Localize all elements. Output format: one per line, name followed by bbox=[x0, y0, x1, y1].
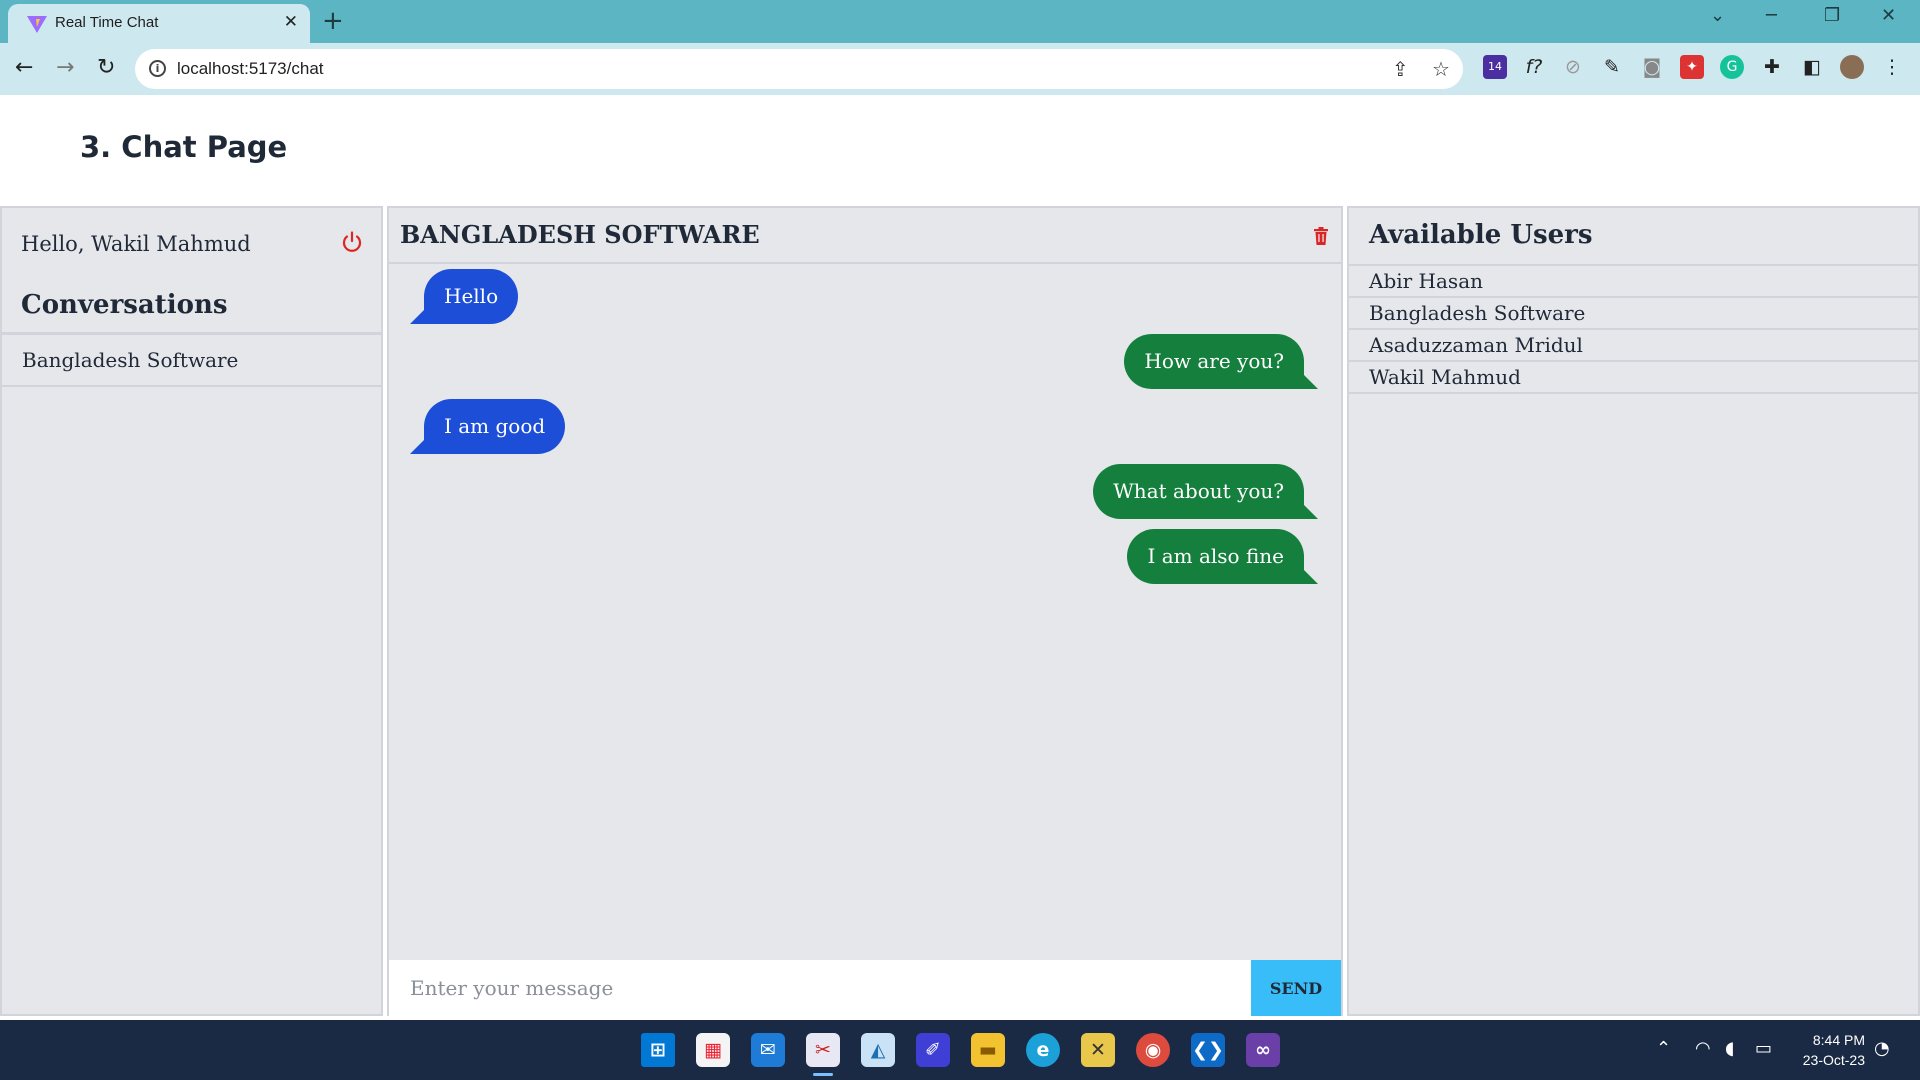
extension-fx-label: f? bbox=[1525, 56, 1543, 78]
active-app-indicator bbox=[813, 1073, 833, 1076]
show-hidden-icons-icon[interactable]: ⌃ bbox=[1656, 1038, 1671, 1059]
extension-red-icon[interactable]: ✦ bbox=[1680, 55, 1704, 79]
edge-browser-icon[interactable]: e bbox=[1026, 1033, 1060, 1067]
volume-icon[interactable]: ◖ bbox=[1725, 1038, 1734, 1059]
extension-dropper-icon[interactable]: ✎ bbox=[1600, 55, 1624, 79]
wifi-icon[interactable]: ◠ bbox=[1695, 1038, 1711, 1059]
taskbar-clock[interactable]: 8:44 PM 23-Oct-23 bbox=[1803, 1030, 1865, 1070]
tab-search-icon[interactable]: ⌄ bbox=[1710, 5, 1725, 26]
greeting-text: Hello, Wakil Mahmud bbox=[21, 232, 251, 256]
visual-studio-icon[interactable]: ∞ bbox=[1246, 1033, 1280, 1067]
vscode-icon[interactable]: ❮❯ bbox=[1191, 1033, 1225, 1067]
user-name: Wakil Mahmud bbox=[1369, 365, 1521, 389]
message-bubble-outgoing: How are you? bbox=[1124, 334, 1318, 389]
close-window-icon[interactable]: ✕ bbox=[1881, 5, 1896, 26]
url-text: localhost:5173/chat bbox=[177, 59, 324, 78]
conversations-panel: Hello, Wakil Mahmud Conversations Bangla… bbox=[0, 206, 383, 1016]
user-item[interactable]: Asaduzzaman Mridul bbox=[1349, 330, 1918, 362]
side-panel-icon[interactable]: ◧ bbox=[1800, 55, 1824, 79]
page-title: 3. Chat Page bbox=[80, 130, 288, 164]
browser-tabstrip: Real Time Chat ✕ + ⌄ ─ ❐ ✕ bbox=[0, 0, 1920, 43]
bookmark-star-icon[interactable]: ☆ bbox=[1432, 57, 1450, 81]
message-bubble-outgoing: What about you? bbox=[1093, 464, 1318, 519]
notification-bell-icon[interactable]: ◔ bbox=[1874, 1038, 1890, 1059]
vite-logo-icon bbox=[27, 16, 47, 33]
message-bubble-outgoing: I am also fine bbox=[1127, 529, 1318, 584]
message-bubble-incoming: I am good bbox=[409, 399, 566, 454]
chat-panel: BANGLADESH SOFTWARE Hello How are you? I… bbox=[387, 206, 1343, 1016]
mail-icon[interactable]: ✉ bbox=[751, 1033, 785, 1067]
pen-app-icon[interactable]: ✐ bbox=[916, 1033, 950, 1067]
browser-toolbar: ← → ↻ i localhost:5173/chat ⇪ ☆ 14 f? ⊘ … bbox=[0, 43, 1920, 95]
user-name: Abir Hasan bbox=[1369, 269, 1483, 293]
extension-fx-icon[interactable]: f? bbox=[1522, 55, 1546, 79]
chat-header: BANGLADESH SOFTWARE bbox=[389, 208, 1341, 264]
users-list: Abir Hasan Bangladesh Software Asaduzzam… bbox=[1349, 264, 1918, 394]
user-name: Bangladesh Software bbox=[1369, 301, 1586, 325]
extension-camera-icon[interactable]: ◙ bbox=[1640, 55, 1664, 79]
delete-trash-icon[interactable] bbox=[1313, 227, 1329, 245]
browser-menu-icon[interactable]: ⋮ bbox=[1880, 55, 1904, 79]
file-explorer-icon[interactable]: ▬ bbox=[971, 1033, 1005, 1067]
message-bubble-incoming: Hello bbox=[409, 269, 519, 324]
photos-icon[interactable]: ◭ bbox=[861, 1033, 895, 1067]
address-bar[interactable]: i localhost:5173/chat ⇪ ☆ bbox=[135, 49, 1463, 89]
send-button[interactable]: SEND bbox=[1251, 960, 1341, 1016]
users-panel: Available Users Abir Hasan Bangladesh So… bbox=[1347, 206, 1920, 1016]
snipping-tool-icon[interactable]: ✂ bbox=[806, 1033, 840, 1067]
forward-arrow-icon[interactable]: → bbox=[56, 56, 74, 80]
share-icon[interactable]: ⇪ bbox=[1392, 57, 1409, 81]
clock-date: 23-Oct-23 bbox=[1802, 1052, 1865, 1068]
conversation-item[interactable]: Bangladesh Software bbox=[2, 335, 381, 387]
user-item[interactable]: Abir Hasan bbox=[1349, 266, 1918, 298]
extension-graduation-icon[interactable]: 14 bbox=[1483, 55, 1507, 79]
chat-title: BANGLADESH SOFTWARE bbox=[400, 220, 760, 249]
user-name: Asaduzzaman Mridul bbox=[1369, 333, 1583, 357]
extension-badge: 14 bbox=[1488, 60, 1502, 73]
user-item[interactable]: Wakil Mahmud bbox=[1349, 362, 1918, 394]
conversation-label: Bangladesh Software bbox=[22, 348, 239, 372]
user-item[interactable]: Bangladesh Software bbox=[1349, 298, 1918, 330]
battery-icon[interactable]: ▭ bbox=[1755, 1038, 1772, 1059]
microsoft-store-icon[interactable]: ▦ bbox=[696, 1033, 730, 1067]
extension-compass-icon[interactable]: ⊘ bbox=[1561, 55, 1585, 79]
minimize-icon[interactable]: ─ bbox=[1766, 5, 1777, 26]
chrome-browser-icon[interactable]: ◉ bbox=[1136, 1033, 1170, 1067]
extension-grammarly-icon[interactable]: G bbox=[1720, 55, 1744, 79]
extensions-puzzle-icon[interactable]: ✚ bbox=[1760, 55, 1784, 79]
restore-icon[interactable]: ❐ bbox=[1824, 5, 1840, 26]
sticky-app-icon[interactable]: ✕ bbox=[1081, 1033, 1115, 1067]
users-heading: Available Users bbox=[1369, 220, 1593, 250]
conversations-heading: Conversations bbox=[21, 290, 228, 320]
profile-avatar[interactable] bbox=[1840, 55, 1864, 79]
logout-power-icon[interactable] bbox=[340, 230, 364, 254]
tab-title: Real Time Chat bbox=[55, 14, 159, 31]
start-windows-icon[interactable]: ⊞ bbox=[641, 1033, 675, 1067]
site-info-icon[interactable]: i bbox=[149, 60, 166, 77]
back-arrow-icon[interactable]: ← bbox=[15, 56, 33, 80]
reload-icon[interactable]: ↻ bbox=[97, 56, 115, 80]
new-tab-button[interactable]: + bbox=[322, 6, 344, 36]
message-composer: SEND bbox=[389, 960, 1341, 1016]
tab-close-icon[interactable]: ✕ bbox=[284, 12, 298, 32]
clock-time: 8:44 PM bbox=[1812, 1032, 1865, 1048]
browser-tab[interactable]: Real Time Chat ✕ bbox=[8, 4, 310, 43]
message-input[interactable] bbox=[389, 960, 1251, 1016]
windows-taskbar: ⊞ ▦ ✉ ✂ ◭ ✐ ▬ e ✕ ◉ ❮❯ ∞ ⌃ ◠ ◖ ▭ 8:44 PM… bbox=[0, 1020, 1920, 1080]
